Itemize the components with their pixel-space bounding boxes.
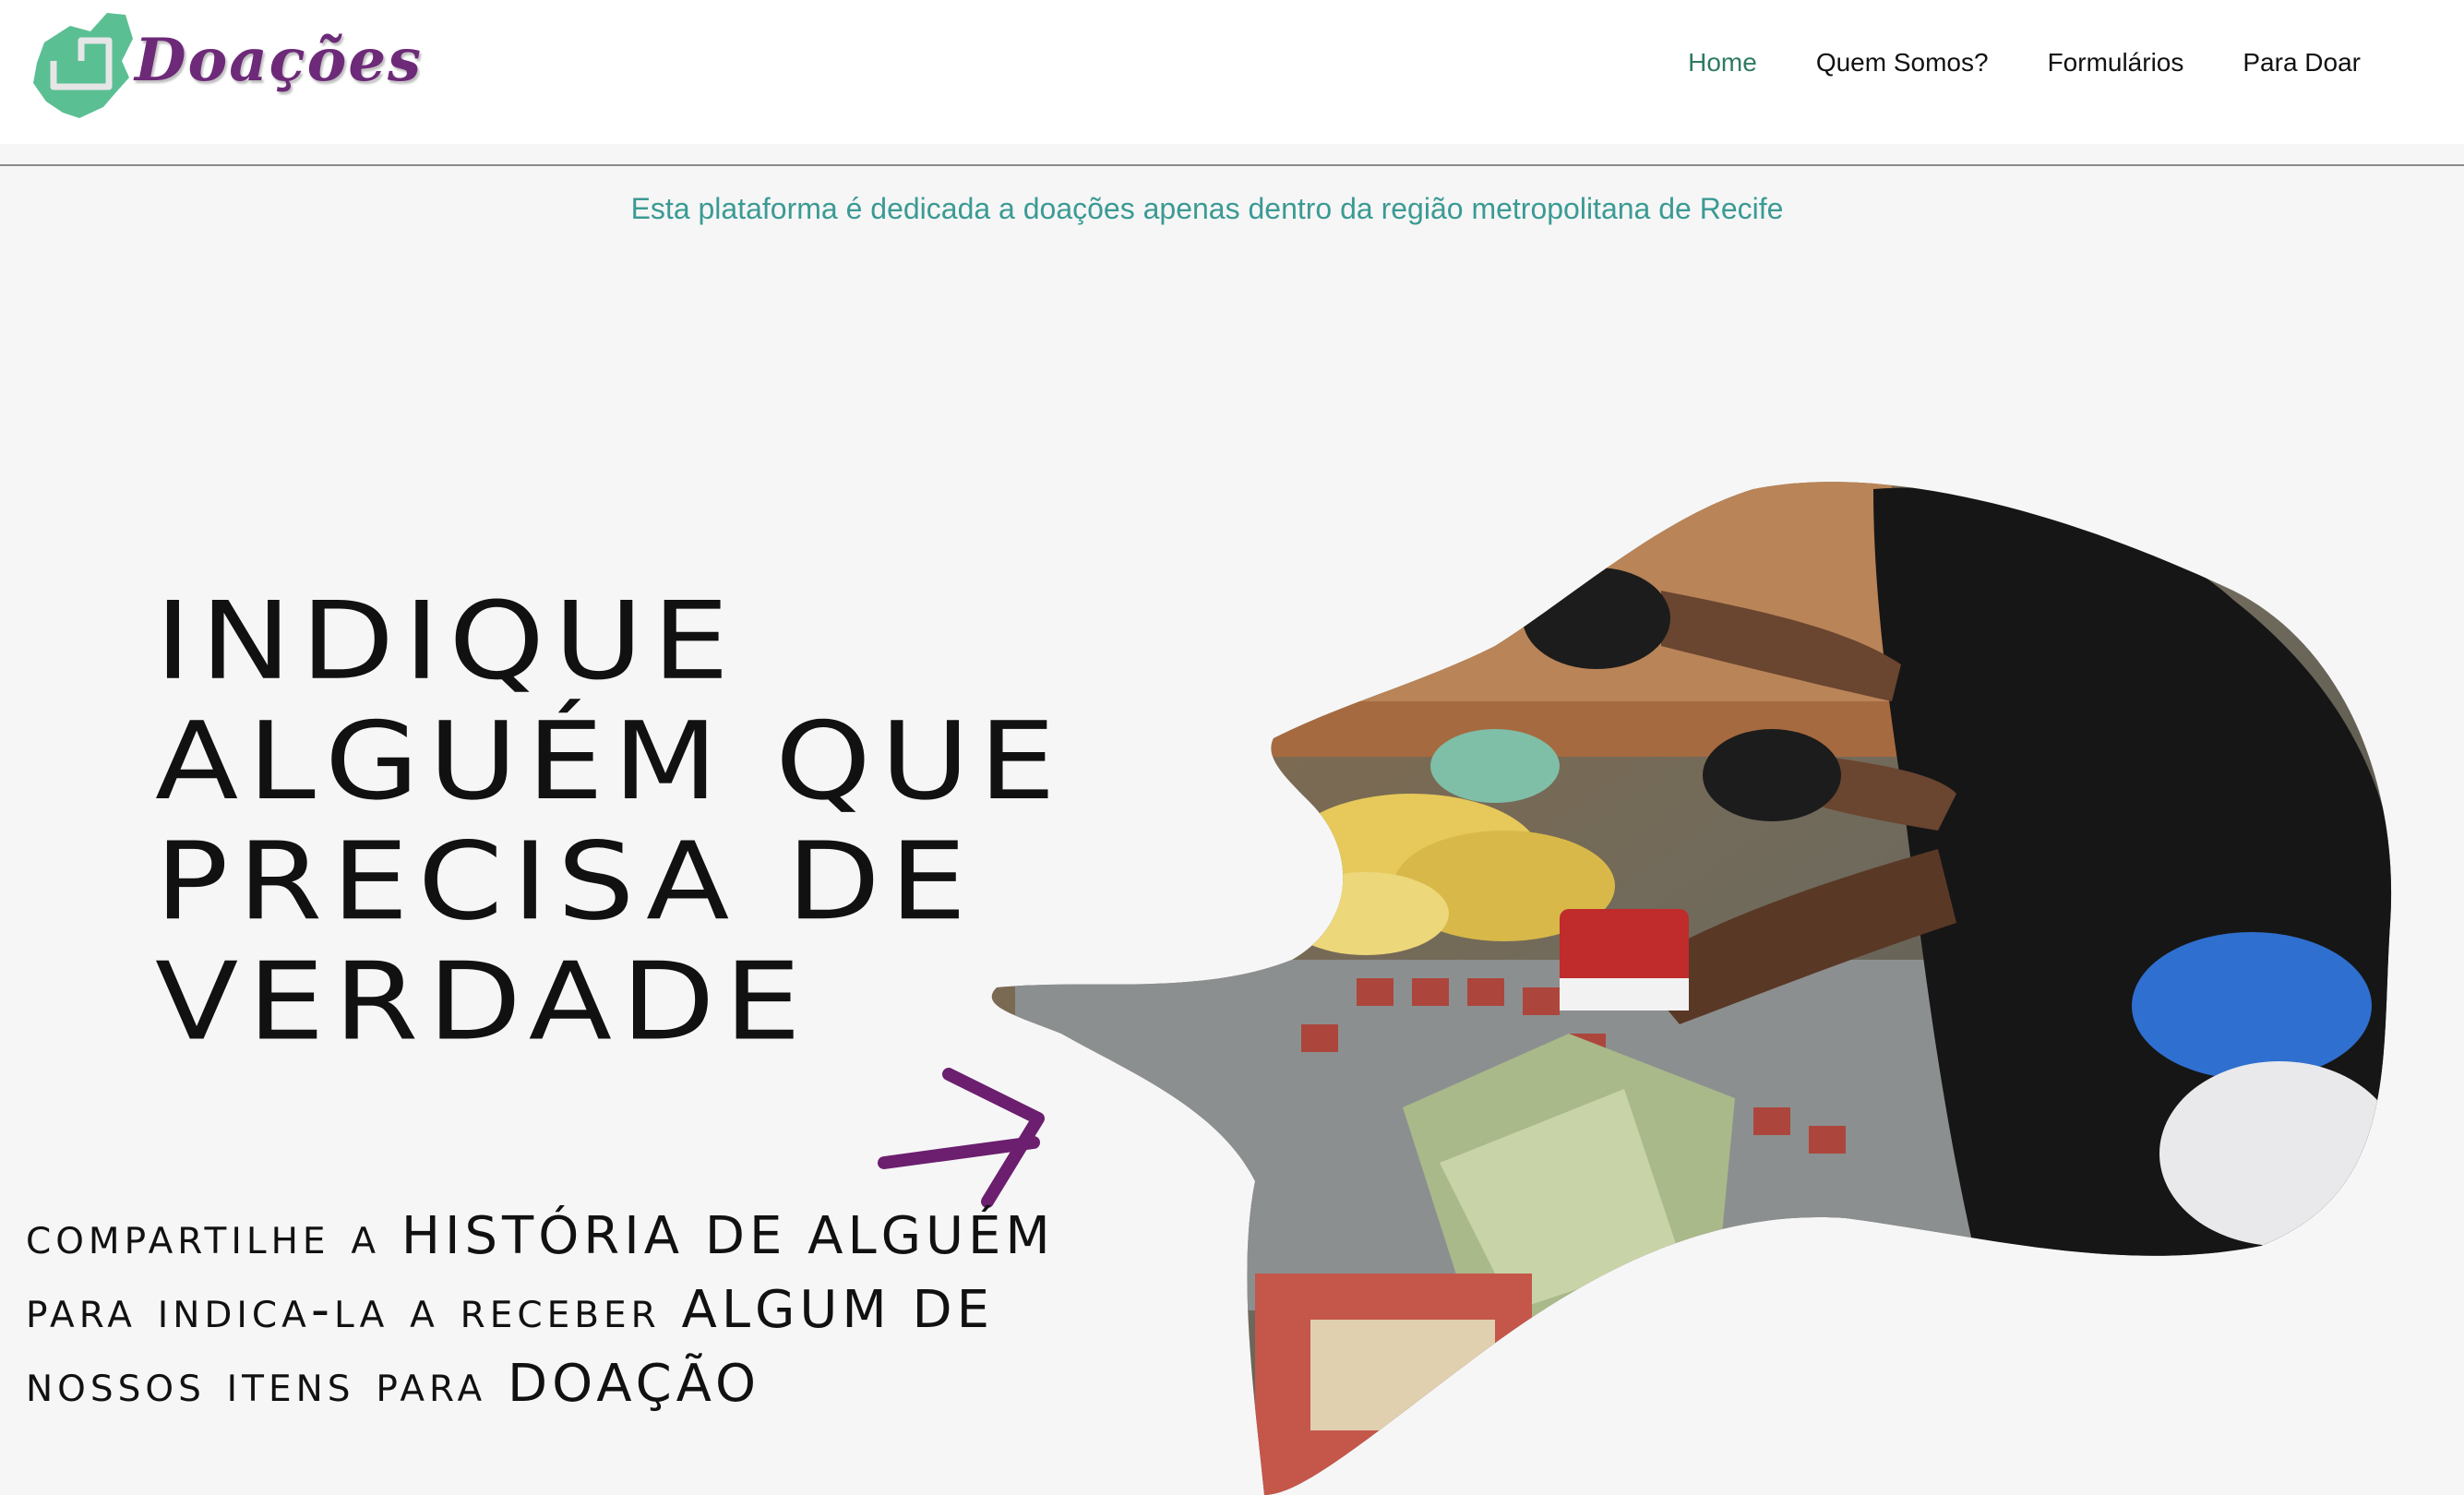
arrow-right-icon <box>878 1068 1045 1208</box>
subtext-line: nossos itens para DOAÇÃO <box>26 1354 761 1414</box>
headline-line: PRECISA DE <box>155 819 976 945</box>
headline-line: VERDADE <box>155 939 811 1065</box>
hero-headline: INDIQUE ALGUÉM QUE PRECISA DE VERDADE <box>155 581 1065 1062</box>
headline-line: INDIQUE <box>155 579 739 704</box>
subtext-line: compartilhe a HISTÓRIA DE ALGUÉM <box>26 1206 1055 1266</box>
headline-line: ALGUÉM QUE <box>155 699 1065 825</box>
subtext-line: para indica-la a receber ALGUM DE <box>26 1280 995 1340</box>
hero-subtext: compartilhe a HISTÓRIA DE ALGUÉM para in… <box>26 1200 1055 1421</box>
